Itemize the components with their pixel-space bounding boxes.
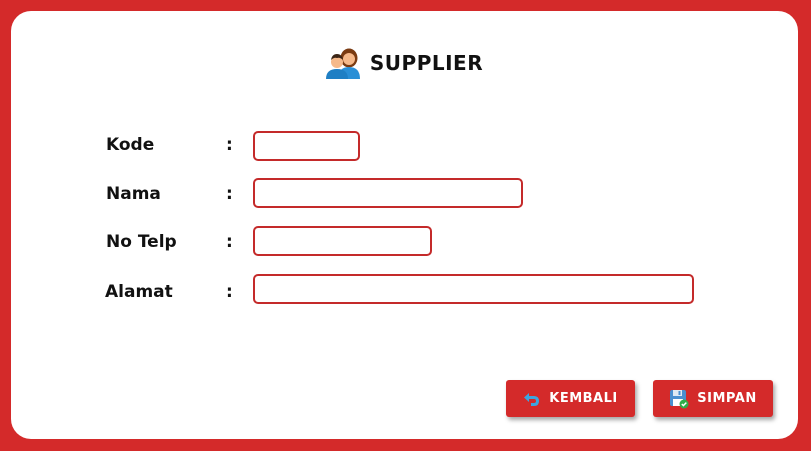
kode-input[interactable] <box>253 131 360 161</box>
page-header: SUPPLIER <box>11 47 798 79</box>
undo-arrow-icon <box>524 392 540 406</box>
kembali-button[interactable]: KEMBALI <box>506 380 635 417</box>
no-telp-label: No Telp <box>106 232 177 252</box>
page-title: SUPPLIER <box>369 51 484 75</box>
alamat-input[interactable] <box>253 274 694 304</box>
alamat-label: Alamat <box>105 282 173 302</box>
save-disk-icon <box>670 389 689 408</box>
nama-label: Nama <box>106 184 161 204</box>
no-telp-colon: : <box>226 232 233 252</box>
people-icon <box>325 48 360 79</box>
nama-input[interactable] <box>253 178 523 208</box>
alamat-colon: : <box>226 282 233 302</box>
simpan-label: SIMPAN <box>697 391 757 406</box>
nama-colon: : <box>226 184 233 204</box>
simpan-button[interactable]: SIMPAN <box>653 380 773 417</box>
form-card: SUPPLIER Kode : Nama : No Telp : Alamat … <box>11 11 798 439</box>
kode-label: Kode <box>106 135 155 155</box>
no-telp-input[interactable] <box>253 226 432 256</box>
kode-colon: : <box>226 135 233 155</box>
kembali-label: KEMBALI <box>549 391 618 406</box>
